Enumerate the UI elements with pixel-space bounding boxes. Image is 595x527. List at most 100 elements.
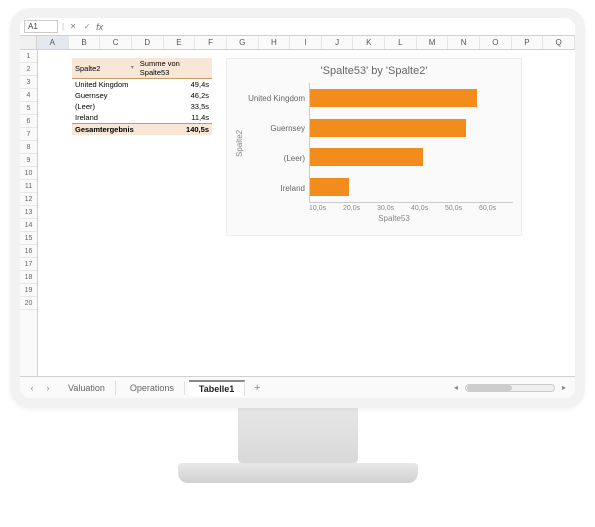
separator: | [62,22,64,31]
row-header[interactable]: 17 [20,258,37,271]
pivot-field-header[interactable]: Spalte2 ▾ [72,58,137,79]
row-header[interactable]: 13 [20,206,37,219]
col-header-m[interactable]: M [417,36,449,49]
row-header[interactable]: 2 [20,63,37,76]
col-header-j[interactable]: J [322,36,354,49]
dropdown-icon[interactable]: ▾ [131,64,134,71]
spreadsheet-grid: 1 2 3 4 5 6 7 8 9 10 11 12 13 14 15 16 1… [20,50,575,376]
pivot-value-header: Summe von Spalte53 [137,58,212,79]
row-header[interactable]: 1 [20,50,37,63]
col-header-h[interactable]: H [259,36,291,49]
monitor-stand-base [178,463,418,483]
col-header-l[interactable]: L [385,36,417,49]
column-headers: A B C D E F G H I J K L M N O P Q [20,36,575,50]
scroll-left-icon[interactable]: ◂ [451,383,461,392]
col-header-o[interactable]: O [480,36,512,49]
x-axis-label: Spalte53 [275,214,513,223]
pivot-row-value: 33,5s [137,101,212,112]
row-header[interactable]: 9 [20,154,37,167]
pivot-row-label: Guernsey [72,90,137,101]
sheet-tab-operations[interactable]: Operations [120,381,185,395]
row-header[interactable]: 5 [20,102,37,115]
col-header-a[interactable]: A [37,36,69,49]
scrollbar-thumb[interactable] [467,385,512,391]
col-header-e[interactable]: E [164,36,196,49]
col-header-k[interactable]: K [353,36,385,49]
table-row[interactable]: (Leer)33,5s [72,101,212,112]
row-headers: 1 2 3 4 5 6 7 8 9 10 11 12 13 14 15 16 1… [20,50,38,376]
x-tick: 10,0s [309,205,343,212]
sheet-tab-valuation[interactable]: Valuation [58,381,116,395]
col-header-g[interactable]: G [227,36,259,49]
add-sheet-button[interactable]: + [249,382,265,394]
cells-area[interactable]: Spalte2 ▾ Summe von Spalte53 United King… [38,50,575,376]
formula-bar: A1 | ✕ ✓ fx [20,18,575,36]
pivot-total-value: 140,5s [137,124,212,136]
col-header-f[interactable]: F [195,36,227,49]
bar [310,148,423,166]
row-header[interactable]: 10 [20,167,37,180]
bar [310,178,349,196]
sheet-nav-prev-icon[interactable]: ‹ [26,383,38,393]
pivot-table[interactable]: Spalte2 ▾ Summe von Spalte53 United King… [72,58,212,135]
monitor-stand-neck [238,408,358,463]
embedded-chart[interactable]: 'Spalte53' by 'Spalte2' Spalte2 United K… [226,58,522,236]
row-header[interactable]: 7 [20,128,37,141]
monitor-bezel: A1 | ✕ ✓ fx A B C D E F G H I J K L M N … [10,8,585,408]
chart-title: 'Spalte53' by 'Spalte2' [235,65,513,77]
row-header[interactable]: 14 [20,219,37,232]
cell-reference: A1 [28,22,38,31]
x-tick: 40,0s [411,205,445,212]
y-category: Ireland [247,173,309,203]
x-tick: 30,0s [377,205,411,212]
col-header-d[interactable]: D [132,36,164,49]
col-header-c[interactable]: C [100,36,132,49]
row-header[interactable]: 16 [20,245,37,258]
row-header[interactable]: 6 [20,115,37,128]
y-axis-label: Spalte2 [235,83,247,203]
bar [310,89,477,107]
scroll-right-icon[interactable]: ▸ [559,383,569,392]
pivot-total-label: Gesamtergebnis [72,124,137,136]
col-header-i[interactable]: I [290,36,322,49]
x-ticks: 10,0s 20,0s 30,0s 40,0s 50,0s 60,0s [309,205,513,212]
x-tick: 50,0s [445,205,479,212]
table-row[interactable]: Ireland11,4s [72,112,212,124]
row-header[interactable]: 8 [20,141,37,154]
row-header[interactable]: 12 [20,193,37,206]
name-box[interactable]: A1 [24,20,58,33]
bar [310,119,466,137]
sheet-nav-next-icon[interactable]: › [42,383,54,393]
select-all-corner[interactable] [20,36,37,49]
pivot-field-label: Spalte2 [75,64,100,73]
y-category: (Leer) [247,143,309,173]
table-row[interactable]: Guernsey46,2s [72,90,212,101]
row-header[interactable]: 11 [20,180,37,193]
row-header[interactable]: 3 [20,76,37,89]
pivot-total-row[interactable]: Gesamtergebnis140,5s [72,124,212,136]
accept-icon[interactable]: ✓ [82,22,92,31]
fx-label[interactable]: fx [96,22,103,32]
cancel-icon[interactable]: ✕ [68,22,78,31]
row-header[interactable]: 18 [20,271,37,284]
table-row[interactable]: United Kingdom49,4s [72,79,212,91]
y-category: United Kingdom [247,83,309,113]
y-category: Guernsey [247,113,309,143]
x-tick: 20,0s [343,205,377,212]
row-header[interactable]: 4 [20,89,37,102]
sheet-tab-tabelle1[interactable]: Tabelle1 [189,380,245,396]
row-header[interactable]: 15 [20,232,37,245]
col-header-b[interactable]: B [69,36,101,49]
x-tick: 60,0s [479,205,513,212]
col-header-q[interactable]: Q [543,36,575,49]
col-header-p[interactable]: P [512,36,544,49]
y-categories: United Kingdom Guernsey (Leer) Ireland [247,83,309,203]
formula-input[interactable] [107,20,571,33]
pivot-row-value: 49,4s [137,79,212,91]
sheet-tab-bar: ‹ › Valuation Operations Tabelle1 + ◂ ▸ [20,376,575,398]
bars-area [309,83,513,203]
row-header[interactable]: 19 [20,284,37,297]
row-header[interactable]: 20 [20,297,37,310]
horizontal-scrollbar[interactable] [465,384,555,392]
col-header-n[interactable]: N [448,36,480,49]
